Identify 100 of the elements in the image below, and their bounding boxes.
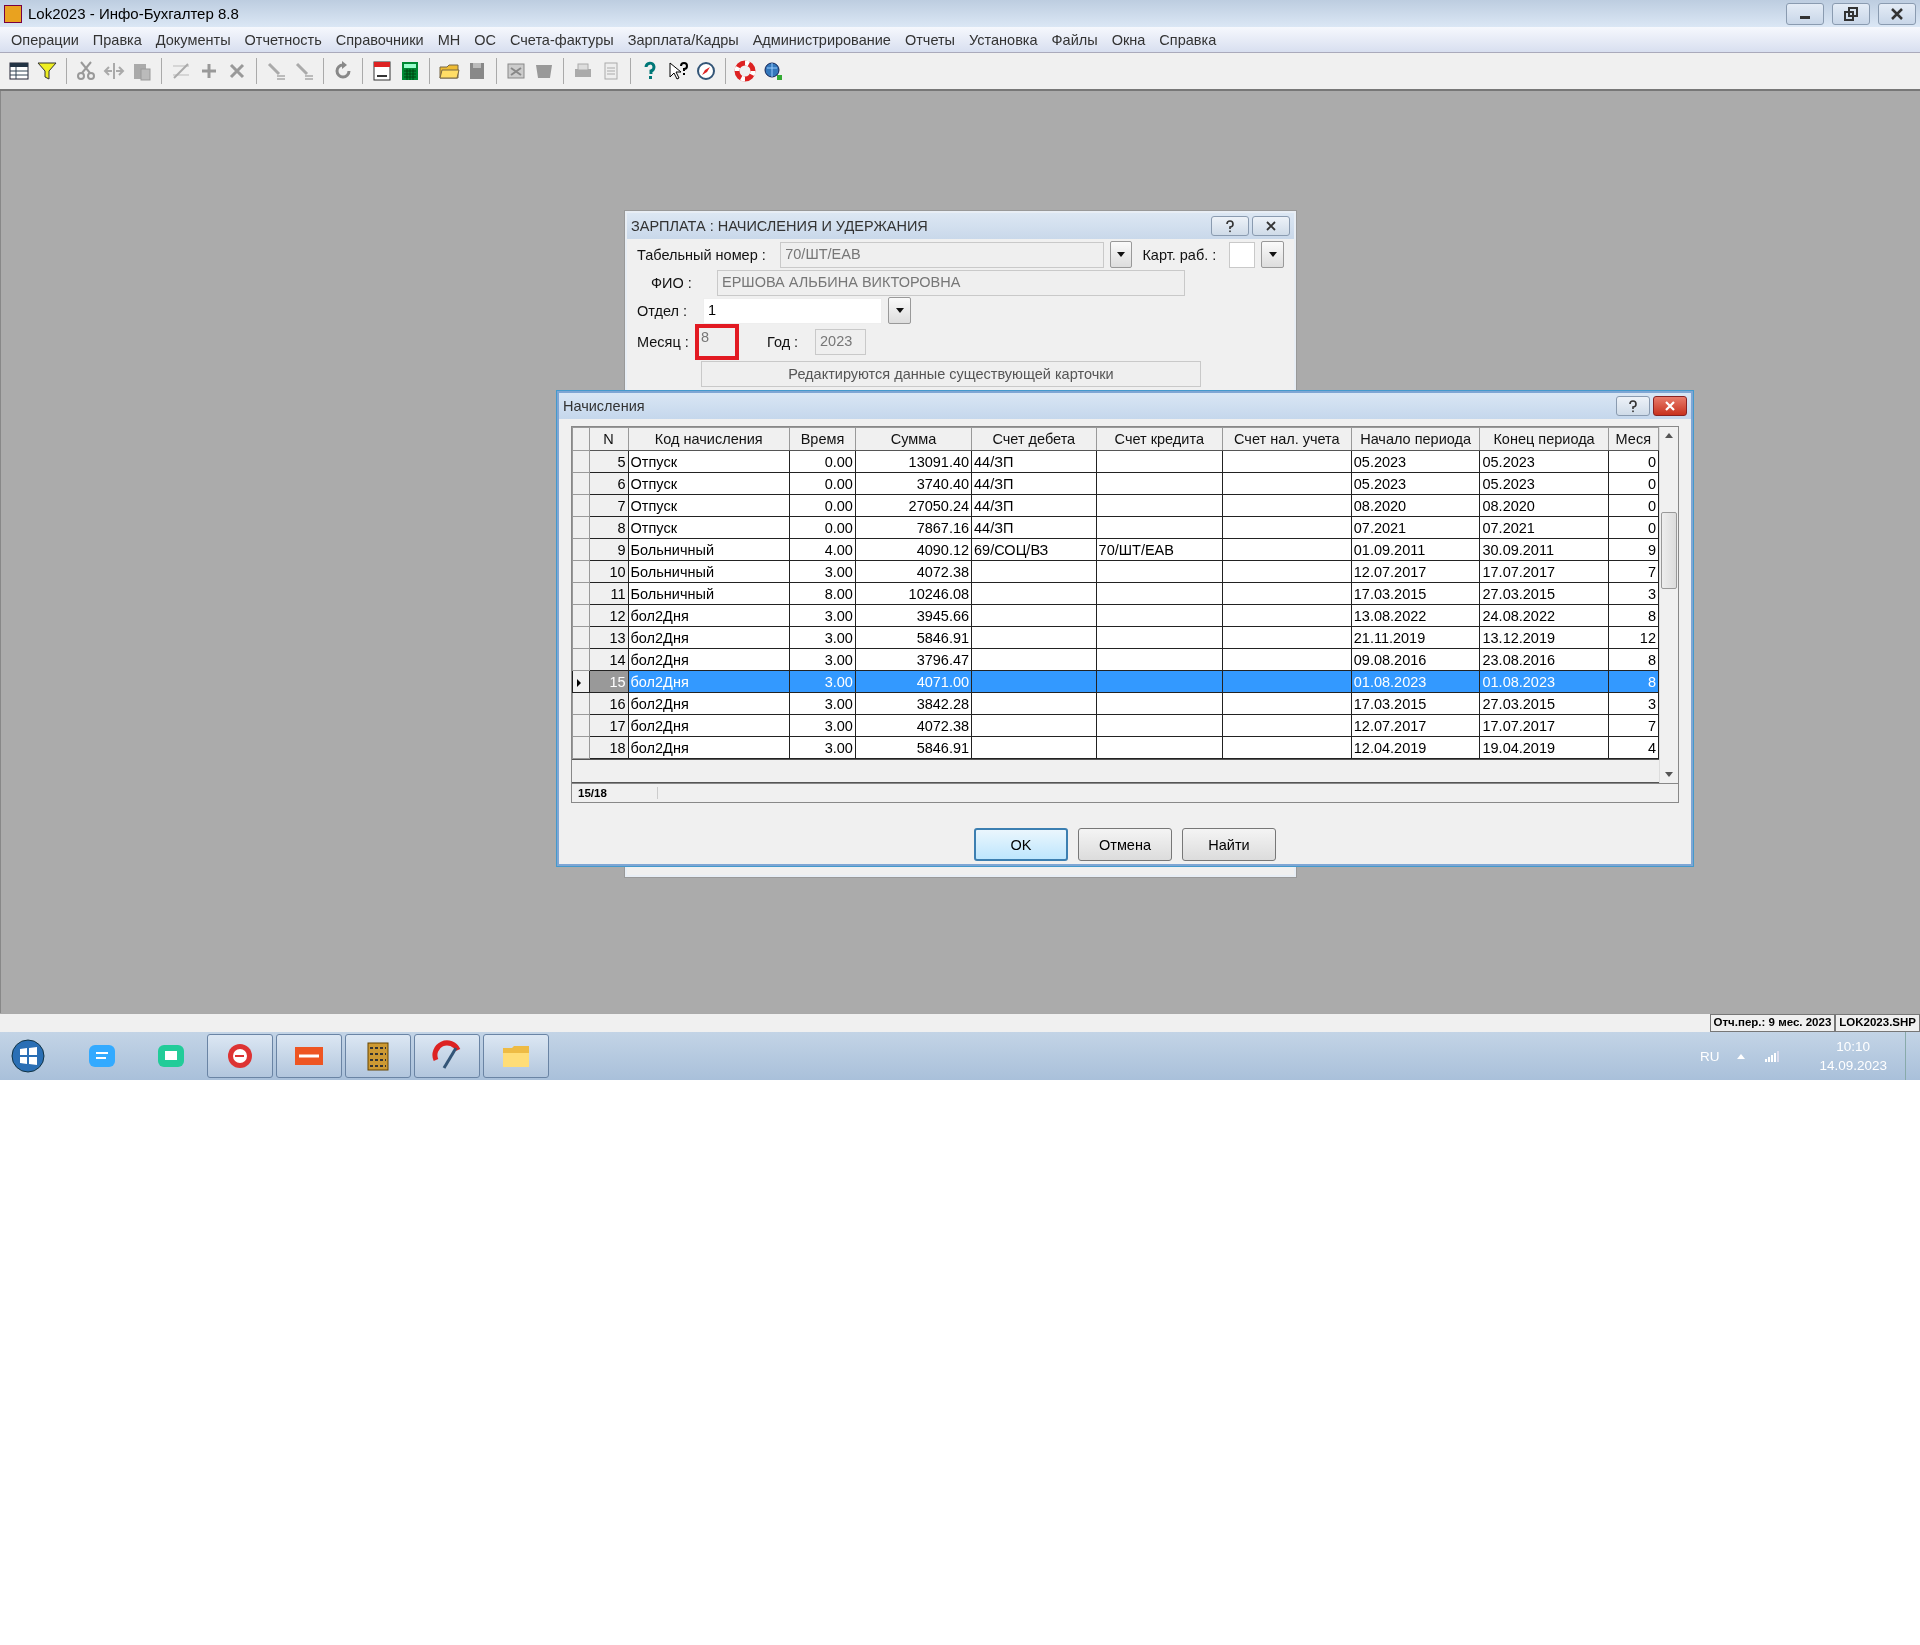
- table-cell: 12.04.2019: [1351, 736, 1480, 759]
- row-indicator[interactable]: [572, 692, 590, 715]
- table-cell: 01.09.2011: [1351, 538, 1480, 561]
- dialog-title: Начисления: [563, 398, 645, 414]
- menu-item[interactable]: Справка: [1152, 31, 1224, 48]
- start-orb-icon[interactable]: [10, 1038, 46, 1074]
- help-button[interactable]: [1616, 396, 1650, 416]
- column-header[interactable]: Сумма: [855, 427, 972, 451]
- field-label: Карт. раб. :: [1142, 246, 1218, 263]
- column-header[interactable]: Время: [789, 427, 856, 451]
- input-field[interactable]: 1: [703, 297, 882, 324]
- menu-item[interactable]: Отчеты: [897, 31, 963, 48]
- scroll-thumb[interactable]: [1661, 512, 1677, 589]
- table-cell: бол2Дня: [628, 714, 790, 737]
- dropdown-button[interactable]: [1109, 241, 1133, 268]
- table-cell: бол2Дня: [628, 626, 790, 649]
- menu-item[interactable]: Справочники: [328, 31, 431, 48]
- input-field[interactable]: [1228, 241, 1256, 268]
- column-header[interactable]: Счет кредита: [1096, 427, 1223, 451]
- table-cell: бол2Дня: [628, 648, 790, 671]
- minimize-icon: [1800, 16, 1810, 19]
- window-title: Lok2023 - Инфо-Бухгалтер 8.8: [28, 5, 239, 22]
- lifebuoy-icon[interactable]: [734, 60, 756, 82]
- signal-icon[interactable]: [1765, 1050, 1782, 1062]
- table-cell: бол2Дня: [628, 736, 790, 759]
- app-icon: [4, 4, 22, 23]
- minimize-button[interactable]: [1786, 2, 1824, 25]
- split-arrows-icon[interactable]: [103, 60, 125, 82]
- dropdown-button[interactable]: [888, 297, 911, 324]
- table-cell: 09.08.2016: [1351, 648, 1480, 671]
- taskbar-button[interactable]: [207, 1034, 273, 1078]
- menu-item[interactable]: Окна: [1104, 31, 1153, 48]
- scissors-icon[interactable]: [75, 60, 97, 82]
- table-cell: 12.07.2017: [1351, 560, 1480, 583]
- help-button[interactable]: [1211, 216, 1249, 236]
- field-label: Отдел :: [637, 302, 688, 319]
- table-cell: 17.03.2015: [1351, 692, 1480, 715]
- menu-item[interactable]: Документы: [148, 31, 238, 48]
- current-row-arrow-icon: [577, 678, 581, 687]
- menu-item[interactable]: Счета-фактуры: [502, 31, 621, 48]
- close-button[interactable]: [1878, 2, 1916, 25]
- row-indicator[interactable]: [572, 670, 590, 693]
- restore-button[interactable]: [1832, 2, 1870, 25]
- table-cell: Больничный: [628, 560, 790, 583]
- table-cell: бол2Дня: [628, 670, 790, 693]
- scroll-down-icon[interactable]: [1665, 772, 1673, 777]
- taskbar-button[interactable]: [345, 1034, 411, 1078]
- column-header[interactable]: Счет дебета: [971, 427, 1097, 451]
- scroll-up-icon[interactable]: [1665, 433, 1673, 438]
- picture-icon[interactable]: [505, 60, 527, 82]
- taskbar-button[interactable]: [414, 1034, 480, 1078]
- close-button[interactable]: [1252, 216, 1290, 236]
- column-header[interactable]: Счет нал. учета: [1222, 427, 1352, 451]
- info-message: Редактируются данные существующей карточки: [701, 360, 1201, 387]
- vertical-scrollbar[interactable]: [1659, 427, 1678, 783]
- caret-down-icon: [1268, 252, 1277, 257]
- menu-item[interactable]: Операции: [4, 31, 86, 48]
- funnel-icon[interactable]: [36, 60, 58, 82]
- column-header[interactable]: Конец периода: [1480, 427, 1609, 451]
- table-cell: бол2Дня: [628, 604, 790, 627]
- table-cell: 21.11.2019: [1351, 626, 1480, 649]
- table-icon[interactable]: [8, 60, 30, 82]
- dropdown-button[interactable]: [1261, 241, 1284, 268]
- status-text: Отч.пер.: 9 мес. 2023: [1709, 1014, 1836, 1032]
- menu-item[interactable]: ОС: [467, 31, 503, 48]
- column-header[interactable]: N: [589, 427, 629, 451]
- close-icon: [1265, 220, 1277, 232]
- show-hidden-icons-icon[interactable]: [1737, 1053, 1746, 1059]
- dialog-button[interactable]: Найти: [1182, 828, 1276, 861]
- caret-down-icon: [895, 308, 904, 313]
- menu-item[interactable]: МН: [430, 31, 468, 48]
- table-cell: Отпуск: [628, 472, 790, 495]
- table-cell: 05.2023: [1351, 450, 1480, 473]
- close-button[interactable]: [1653, 396, 1687, 416]
- dialog-button[interactable]: Отмена: [1078, 828, 1172, 861]
- close-icon: [1664, 400, 1676, 412]
- calculator-icon[interactable]: [399, 60, 421, 82]
- column-header[interactable]: Код начисления: [628, 427, 790, 451]
- table-cell: Больничный: [628, 582, 790, 605]
- table-cell: 05.2023: [1351, 472, 1480, 495]
- table-cell: 12.07.2017: [1351, 714, 1480, 737]
- calendar-icon[interactable]: [371, 60, 393, 82]
- field-label: Табельный номер :: [637, 246, 767, 263]
- globe-icon[interactable]: [762, 60, 784, 82]
- menu-item[interactable]: Отчетность: [237, 31, 329, 48]
- column-header[interactable]: Меся: [1608, 427, 1659, 451]
- caret-down-icon: [1117, 252, 1126, 257]
- column-header[interactable]: Начало периода: [1351, 427, 1480, 451]
- menu-item[interactable]: Зарплата/Кадры: [620, 31, 746, 48]
- menu-item[interactable]: Правка: [85, 31, 149, 48]
- pointer-help-icon[interactable]: [667, 60, 689, 82]
- table-cell: 13.08.2022: [1351, 604, 1480, 627]
- compass-icon[interactable]: [695, 60, 717, 82]
- menu-item[interactable]: Файлы: [1044, 31, 1105, 48]
- menu-item[interactable]: Администрирование: [745, 31, 898, 48]
- dialog-title: ЗАРПЛАТА : НАЧИСЛЕНИЯ И УДЕРЖАНИЯ: [631, 218, 928, 234]
- dialog-button[interactable]: OK: [974, 828, 1068, 861]
- field-label: Месяц :: [637, 334, 689, 350]
- menu-item[interactable]: Установка: [962, 31, 1045, 48]
- field-label: Год :: [767, 334, 800, 350]
